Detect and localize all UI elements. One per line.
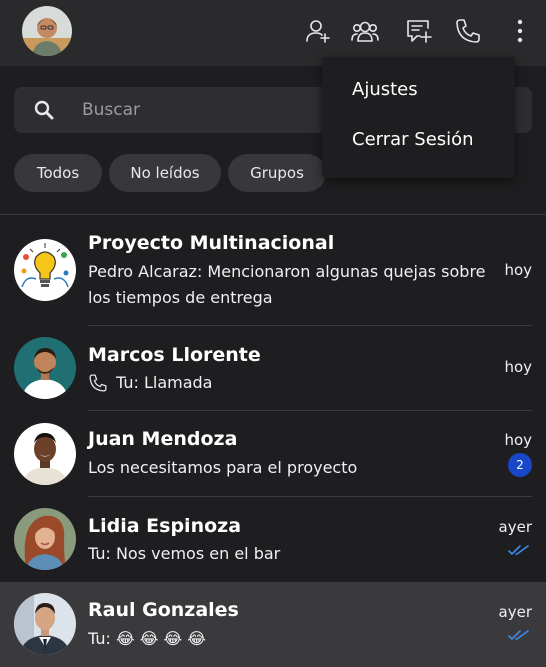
filter-groups[interactable]: Grupos <box>228 154 326 192</box>
chat-preview-wrap: Tu: Llamada <box>88 370 212 396</box>
contact-avatar <box>14 508 76 570</box>
contact-avatar <box>14 337 76 399</box>
chat-preview: Tu: 😂 😂 😂 😂 <box>88 629 206 648</box>
unread-badge: 2 <box>508 453 532 477</box>
chat-row[interactable]: Marcos Llorente Tu: Llamada hoy <box>0 326 546 411</box>
chat-name: Lidia Espinoza <box>88 515 242 537</box>
chat-preview: Pedro Alcaraz: Mencionaron algunas queja… <box>88 262 486 307</box>
read-ticks-icon <box>508 545 529 556</box>
chat-time: hoy <box>504 358 532 376</box>
chat-name: Marcos Llorente <box>88 344 261 366</box>
chat-row[interactable]: Proyecto Multinacional Pedro Alcaraz: Me… <box>0 215 546 326</box>
more-options-icon[interactable] <box>505 16 535 46</box>
chat-time: hoy <box>504 431 532 449</box>
chat-preview: Los necesitamos para el proyecto <box>88 458 358 477</box>
filter-all[interactable]: Todos <box>14 154 102 192</box>
filter-unread[interactable]: No leídos <box>109 154 221 192</box>
search-icon[interactable] <box>32 98 56 122</box>
chat-preview: Tu: Nos vemos en el bar <box>88 544 281 563</box>
chat-time: ayer <box>498 603 532 621</box>
chat-name: Juan Mendoza <box>88 428 238 450</box>
menu-item-settings[interactable]: Ajustes <box>352 79 418 100</box>
options-menu: Ajustes Cerrar Sesión <box>322 57 515 178</box>
group-avatar <box>14 239 76 301</box>
contact-avatar <box>14 593 76 655</box>
call-icon <box>89 374 107 392</box>
chat-row-selected[interactable]: Raul Gonzales Tu: 😂 😂 😂 😂 ayer <box>0 582 546 667</box>
contact-avatar <box>14 423 76 485</box>
chat-name: Raul Gonzales <box>88 599 239 621</box>
new-chat-icon[interactable] <box>403 16 433 46</box>
new-group-icon[interactable] <box>350 16 380 46</box>
chat-name: Proyecto Multinacional <box>88 232 335 254</box>
menu-item-logout[interactable]: Cerrar Sesión <box>352 129 474 150</box>
read-ticks-icon <box>508 630 529 641</box>
chat-row[interactable]: Juan Mendoza Los necesitamos para el pro… <box>0 411 546 497</box>
chat-time: hoy <box>504 261 532 279</box>
chat-preview: Tu: Llamada <box>116 373 213 392</box>
chat-time: ayer <box>498 518 532 536</box>
chat-row[interactable]: Lidia Espinoza Tu: Nos vemos en el bar a… <box>0 497 546 582</box>
profile-avatar[interactable] <box>22 6 72 56</box>
call-icon[interactable] <box>453 16 483 46</box>
add-contact-icon[interactable] <box>303 16 333 46</box>
